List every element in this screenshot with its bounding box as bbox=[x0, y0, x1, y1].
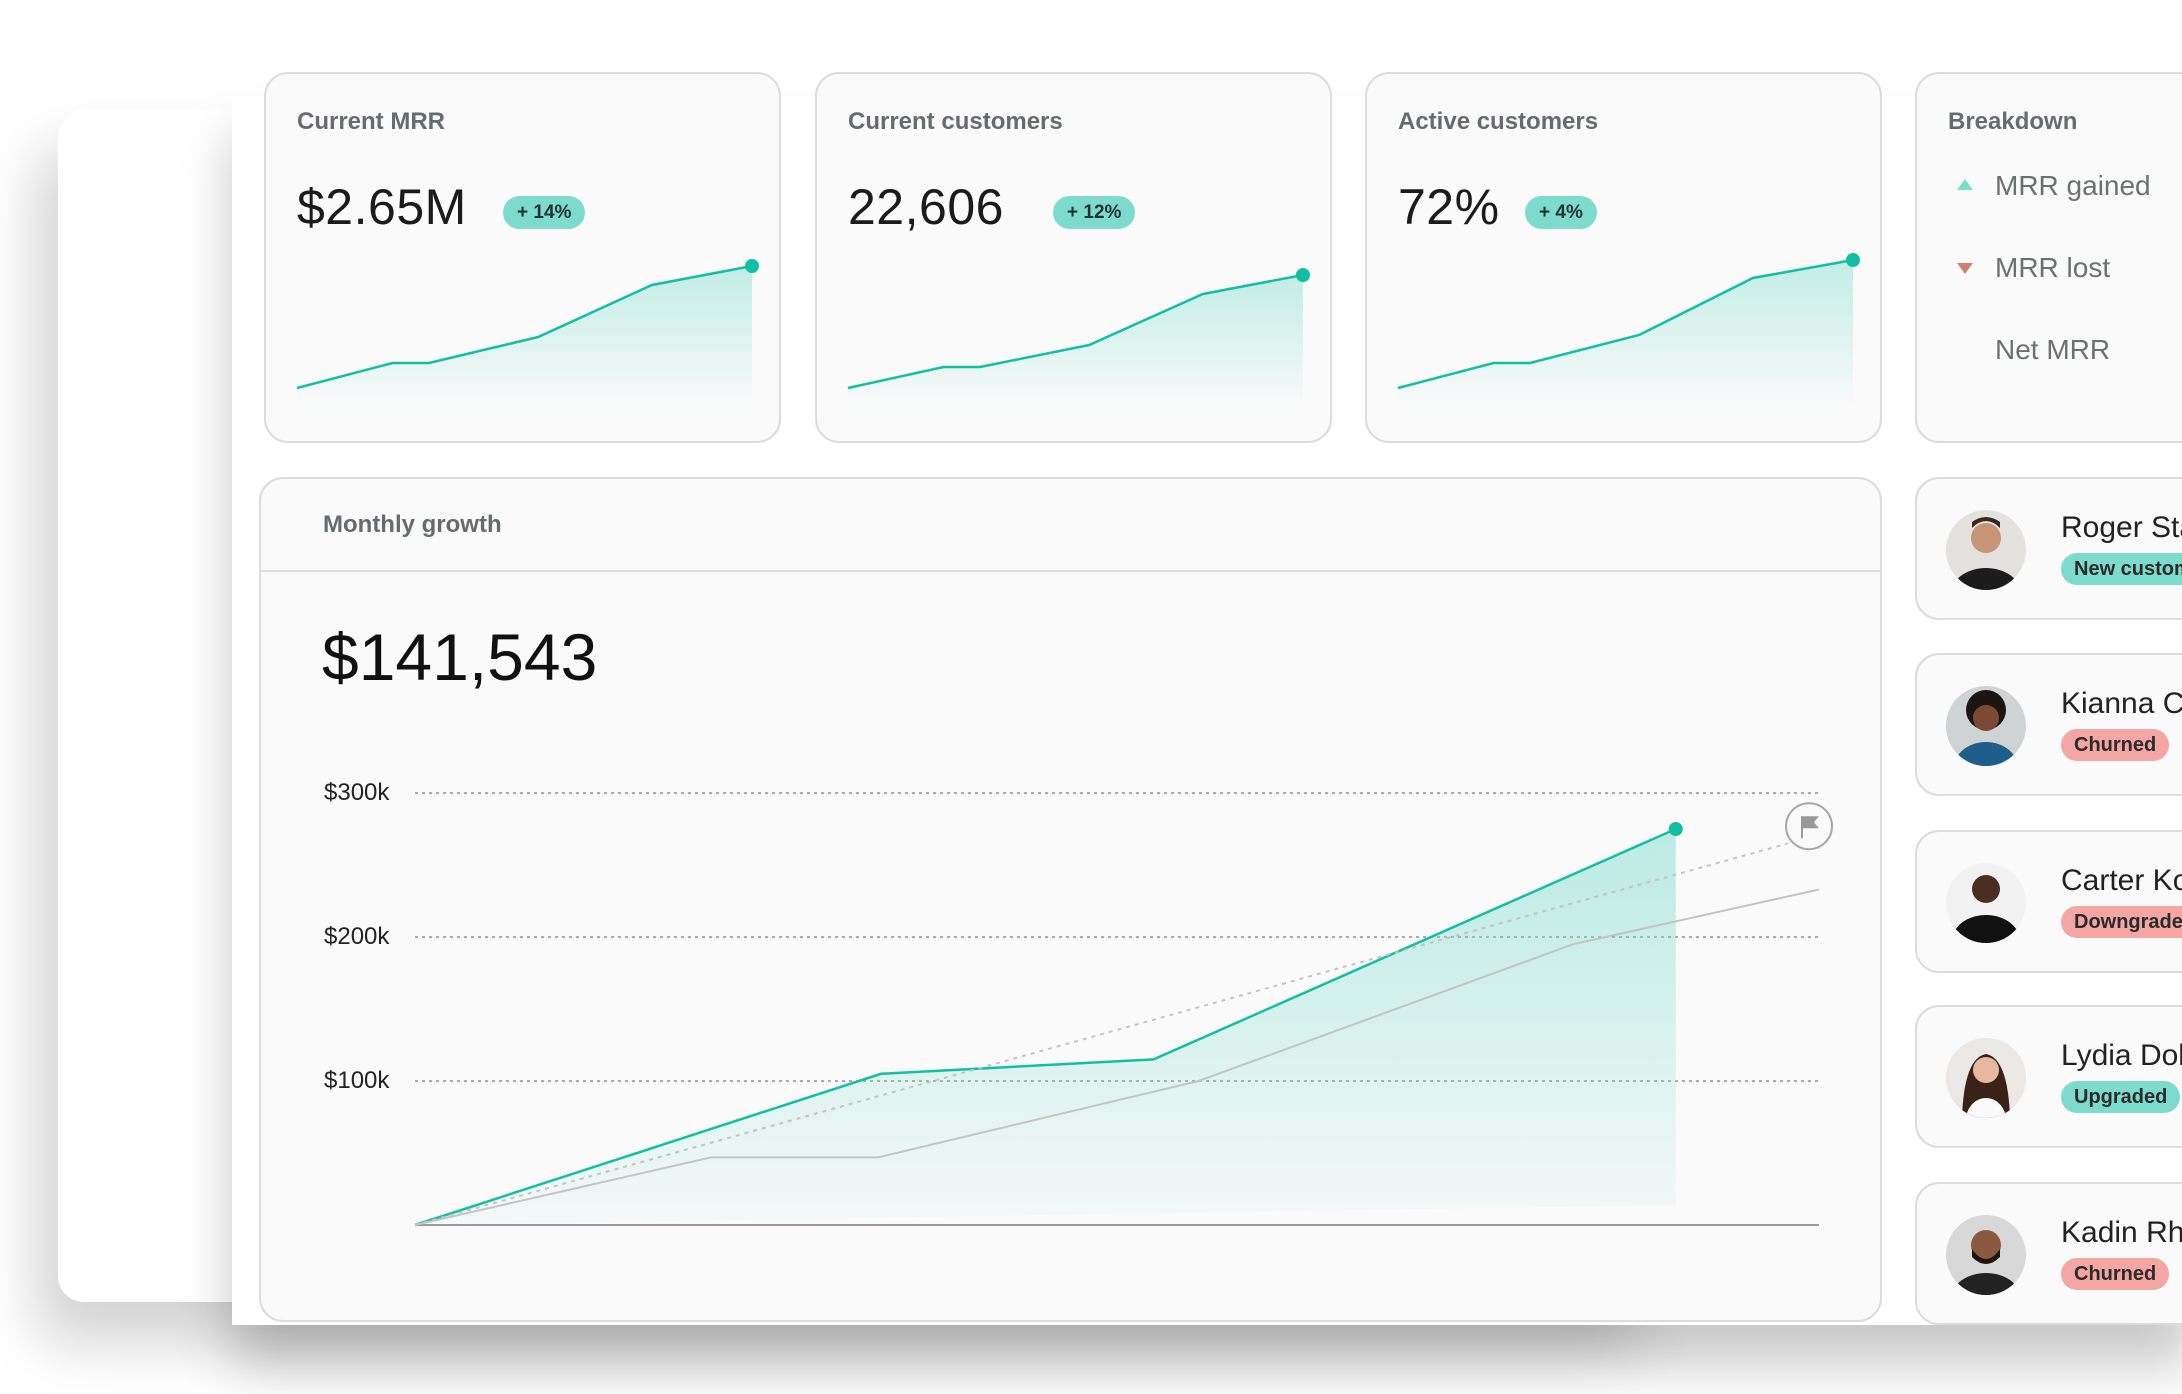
series-area-current bbox=[415, 829, 1676, 1225]
status-badge: Upgraded bbox=[2061, 1081, 2181, 1113]
avatar bbox=[1946, 1038, 2026, 1118]
avatar bbox=[1946, 686, 2026, 766]
breakdown-item-mrr-gained[interactable]: MRR gained bbox=[1995, 170, 2151, 202]
customer-name: Lydia Dok bbox=[2061, 1039, 2182, 1072]
customer-card[interactable]: Carter Ko Downgraded bbox=[1915, 830, 2182, 973]
breakdown-item-mrr-lost[interactable]: MRR lost bbox=[1995, 252, 2110, 284]
kpi-sparkline bbox=[296, 259, 759, 408]
monthly-growth-card: Monthly growth $141,543 $300k $200k $100… bbox=[259, 477, 1882, 1322]
breakdown-title: Breakdown bbox=[1948, 108, 2078, 135]
triangle-up-icon bbox=[1957, 179, 1973, 190]
triangle-down-icon bbox=[1957, 263, 1973, 274]
sparkline-end-point bbox=[745, 259, 759, 273]
sparkline-area bbox=[848, 275, 1303, 408]
sparkline-end-point bbox=[1846, 253, 1860, 267]
kpi-card-active-customers[interactable]: Active customers 72% + 4% bbox=[1365, 72, 1882, 443]
kpi-sparkline bbox=[847, 268, 1310, 408]
customer-card[interactable]: Lydia Dok Upgraded bbox=[1915, 1005, 2182, 1148]
growth-chart bbox=[414, 792, 1833, 1227]
avatar bbox=[1946, 510, 2026, 590]
kpi-card-current-mrr[interactable]: Current MRR $2.65M + 14% bbox=[264, 72, 781, 443]
flag-icon bbox=[1785, 802, 1833, 851]
breakdown-card[interactable]: Breakdown MRR gained MRR lost Net MRR bbox=[1915, 72, 2182, 443]
customer-name: Roger Sta bbox=[2061, 511, 2182, 544]
avatar bbox=[1946, 863, 2026, 943]
status-badge: New customer bbox=[2061, 553, 2182, 585]
kpi-sparkline bbox=[1397, 253, 1860, 408]
customer-card[interactable]: Kadin Rhi Churned bbox=[1915, 1182, 2182, 1325]
kpi-card-current-customers[interactable]: Current customers 22,606 + 12% bbox=[815, 72, 1332, 443]
customer-card[interactable]: Roger Sta New customer bbox=[1915, 477, 2182, 620]
customer-name: Kianna Cu bbox=[2061, 687, 2182, 720]
breakdown-item-net-mrr[interactable]: Net MRR bbox=[1995, 334, 2110, 366]
avatar bbox=[1946, 1215, 2026, 1295]
customer-name: Kadin Rhi bbox=[2061, 1216, 2182, 1249]
sparkline-area bbox=[1398, 260, 1853, 408]
status-badge: Downgraded bbox=[2061, 906, 2182, 938]
status-badge: Churned bbox=[2061, 729, 2170, 761]
status-badge: Churned bbox=[2061, 1258, 2170, 1290]
series-end-point bbox=[1668, 822, 1683, 836]
sparkline-area bbox=[297, 266, 752, 408]
sparkline-end-point bbox=[1296, 268, 1310, 282]
customer-name: Carter Ko bbox=[2061, 864, 2182, 897]
customer-card[interactable]: Kianna Cu Churned bbox=[1915, 653, 2182, 796]
